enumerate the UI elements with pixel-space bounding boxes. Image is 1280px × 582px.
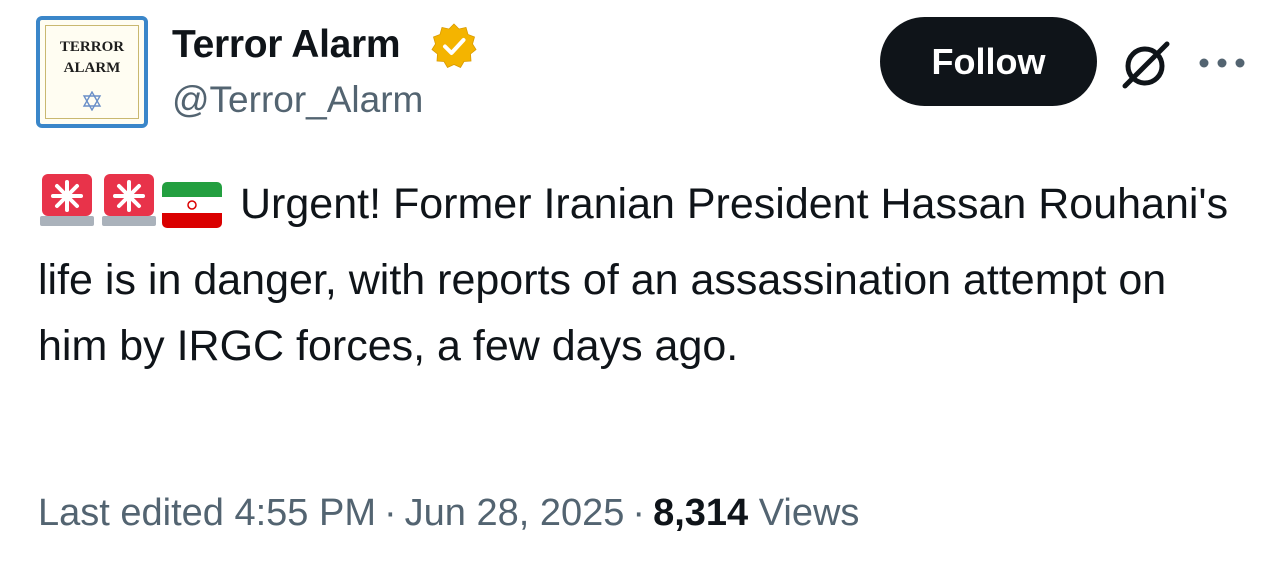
avatar[interactable]: TERROR ALARM <box>36 16 148 128</box>
more-icon[interactable] <box>1198 56 1246 70</box>
handle[interactable]: @Terror_Alarm <box>172 78 423 122</box>
edited-label[interactable]: Last edited <box>38 492 224 534</box>
emoji-group <box>38 170 226 247</box>
views-label: Views <box>758 492 860 534</box>
display-name[interactable]: Terror Alarm <box>172 22 401 68</box>
star-of-david-icon <box>82 91 102 111</box>
tweet-time[interactable]: 4:55 PM <box>234 492 376 534</box>
tweet-date[interactable]: Jun 28, 2025 <box>405 492 625 534</box>
tweet-meta: Last edited 4:55 PM · Jun 28, 2025 · 8,314 V… <box>38 488 859 538</box>
separator: · <box>632 492 646 534</box>
avatar-logo-line1: TERROR <box>59 39 125 55</box>
police-light-emoji <box>40 174 94 226</box>
iran-flag-emoji <box>162 182 222 228</box>
follow-button[interactable]: Follow <box>880 17 1097 106</box>
grok-icon[interactable] <box>1119 38 1173 92</box>
separator: · <box>384 492 397 534</box>
avatar-logo-line2: ALARM <box>63 60 121 76</box>
police-light-emoji <box>102 174 156 226</box>
verified-badge-icon <box>431 23 477 69</box>
views-count: 8,314 <box>653 492 749 534</box>
tweet-text: Urgent! Former Iranian President Hassan … <box>38 170 1238 379</box>
